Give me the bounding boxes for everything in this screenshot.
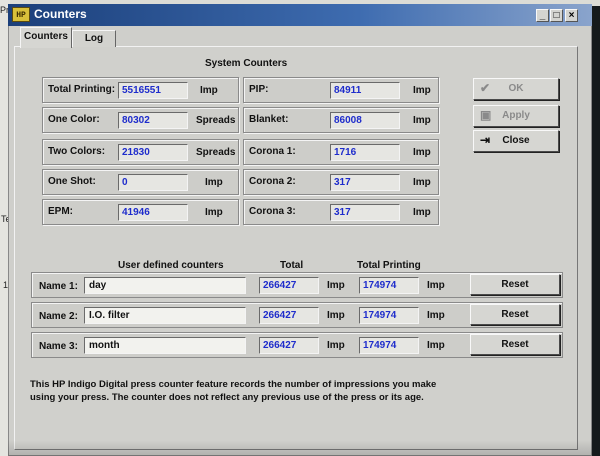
close-icon[interactable]: × <box>565 9 578 22</box>
apply-button[interactable]: ▣ Apply <box>473 105 559 127</box>
counter-unit: Imp <box>200 85 218 96</box>
counter-value: 317 <box>330 204 400 221</box>
save-disk-icon: ▣ <box>480 108 492 122</box>
user-counter-label: Name 2: <box>39 311 78 322</box>
user-counter-total-printing: 174974 <box>359 337 419 354</box>
system-counters-title: System Counters <box>205 58 288 69</box>
counter-value: 1716 <box>330 144 400 161</box>
counter-value: 317 <box>330 174 400 191</box>
counter-label: EPM: <box>48 206 73 217</box>
user-counter-total-unit: Imp <box>327 340 345 351</box>
counter-unit: Imp <box>413 85 431 96</box>
user-counter-label: Name 3: <box>39 341 78 352</box>
reset-button[interactable]: Reset <box>470 334 560 355</box>
counter-label: One Color: <box>48 114 100 125</box>
counter-value: 86008 <box>330 112 400 129</box>
user-counter-printing-unit: Imp <box>427 310 445 321</box>
counter-unit: Imp <box>205 207 223 218</box>
counter-unit: Imp <box>205 177 223 188</box>
close-button[interactable]: ⇥ Close <box>473 130 559 152</box>
tab-log[interactable]: Log <box>72 30 116 47</box>
counter-value: 84911 <box>330 82 400 99</box>
counter-unit: Imp <box>413 207 431 218</box>
user-counters-total-printing-header: Total Printing <box>357 260 421 271</box>
reset-button[interactable]: Reset <box>470 274 560 295</box>
footnote-line: using your press. The counter does not r… <box>30 392 424 403</box>
counter-label: Corona 2: <box>249 176 296 187</box>
counter-unit: Imp <box>413 177 431 188</box>
counter-label: PIP: <box>249 84 269 95</box>
counter-value: 41946 <box>118 204 188 221</box>
ok-button-label: OK <box>508 83 524 94</box>
counter-unit: Imp <box>413 147 431 158</box>
counter-value: 0 <box>118 174 188 191</box>
reset-button[interactable]: Reset <box>470 304 560 325</box>
footnote-line: This HP Indigo Digital press counter fea… <box>30 379 437 390</box>
user-counter-total: 266427 <box>259 277 319 294</box>
user-counter-total-printing: 174974 <box>359 277 419 294</box>
exit-door-icon: ⇥ <box>480 133 491 147</box>
user-counter-name-field[interactable]: I.O. filter <box>84 307 246 324</box>
user-counters-total-header: Total <box>280 260 304 271</box>
minimize-icon[interactable]: _ <box>536 9 549 22</box>
user-counter-total: 266427 <box>259 337 319 354</box>
counter-value: 5516551 <box>118 82 188 99</box>
counter-value: 21830 <box>118 144 188 161</box>
screen-bottom-shadow <box>8 440 592 456</box>
user-counters-title: User defined counters <box>118 260 224 271</box>
counter-label: Corona 1: <box>249 146 296 157</box>
user-counter-printing-unit: Imp <box>427 280 445 291</box>
tab-counters[interactable]: Counters <box>20 27 72 48</box>
user-counter-name-field[interactable]: month <box>84 337 246 354</box>
checkmark-icon: ✔ <box>480 81 491 95</box>
counter-label: Blanket: <box>249 114 289 125</box>
window-title: Counters <box>34 7 87 21</box>
maximize-icon[interactable]: □ <box>550 9 563 22</box>
counter-label: Total Printing: <box>48 84 116 95</box>
close-button-label: Close <box>502 135 530 146</box>
hp-app-icon: HP <box>12 7 30 22</box>
ok-button[interactable]: ✔ OK <box>473 78 559 100</box>
user-counter-total: 266427 <box>259 307 319 324</box>
counter-unit: Spreads <box>196 147 236 158</box>
counter-label: One Shot: <box>48 176 96 187</box>
counter-label: Corona 3: <box>249 206 296 217</box>
user-counter-label: Name 1: <box>39 281 78 292</box>
user-counter-total-printing: 174974 <box>359 307 419 324</box>
counter-label: Two Colors: <box>48 146 106 157</box>
counter-unit: Spreads <box>196 115 236 126</box>
user-counter-printing-unit: Imp <box>427 340 445 351</box>
user-counter-name-field[interactable]: day <box>84 277 246 294</box>
counter-unit: Imp <box>413 115 431 126</box>
user-counter-total-unit: Imp <box>327 280 345 291</box>
counter-value: 80302 <box>118 112 188 129</box>
user-counter-total-unit: Imp <box>327 310 345 321</box>
apply-button-label: Apply <box>502 110 530 121</box>
title-bar[interactable] <box>8 4 592 26</box>
